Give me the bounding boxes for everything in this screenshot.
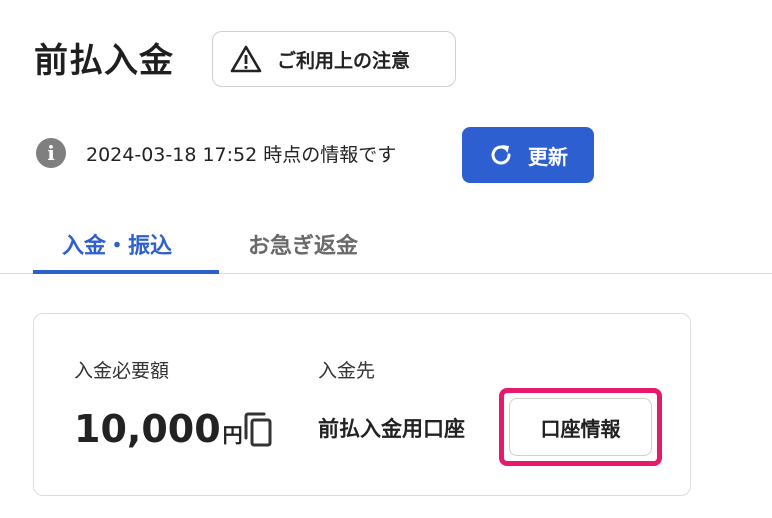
refresh-label: 更新 <box>528 144 568 169</box>
copy-icon[interactable] <box>240 410 274 448</box>
required-amount: 10,000 円 <box>74 404 243 460</box>
deposit-account-name: 前払入金用口座 <box>318 417 465 441</box>
warning-triangle-icon <box>230 45 262 73</box>
amount-value: 10,000 <box>74 407 221 451</box>
usage-notes-button[interactable]: ご利用上の注意 <box>212 31 456 87</box>
usage-notes-label: ご利用上の注意 <box>277 49 411 72</box>
info-icon: i <box>36 138 66 168</box>
account-info-button[interactable]: 口座情報 <box>509 398 652 456</box>
page-title: 前払入金 <box>34 41 174 81</box>
deposit-destination-label: 入金先 <box>318 360 376 382</box>
tab-deposit-transfer[interactable]: 入金・振込 <box>62 230 172 264</box>
refresh-button[interactable]: 更新 <box>462 127 594 183</box>
tab-urgent-refund[interactable]: お急ぎ返金 <box>248 230 358 264</box>
status-row: i 2024-03-18 17:52 時点の情報です <box>36 130 396 176</box>
refresh-icon <box>491 145 511 165</box>
required-amount-label: 入金必要額 <box>74 360 170 382</box>
active-tab-indicator <box>33 270 219 274</box>
timestamp-text: 2024-03-18 17:52 時点の情報です <box>86 143 397 166</box>
